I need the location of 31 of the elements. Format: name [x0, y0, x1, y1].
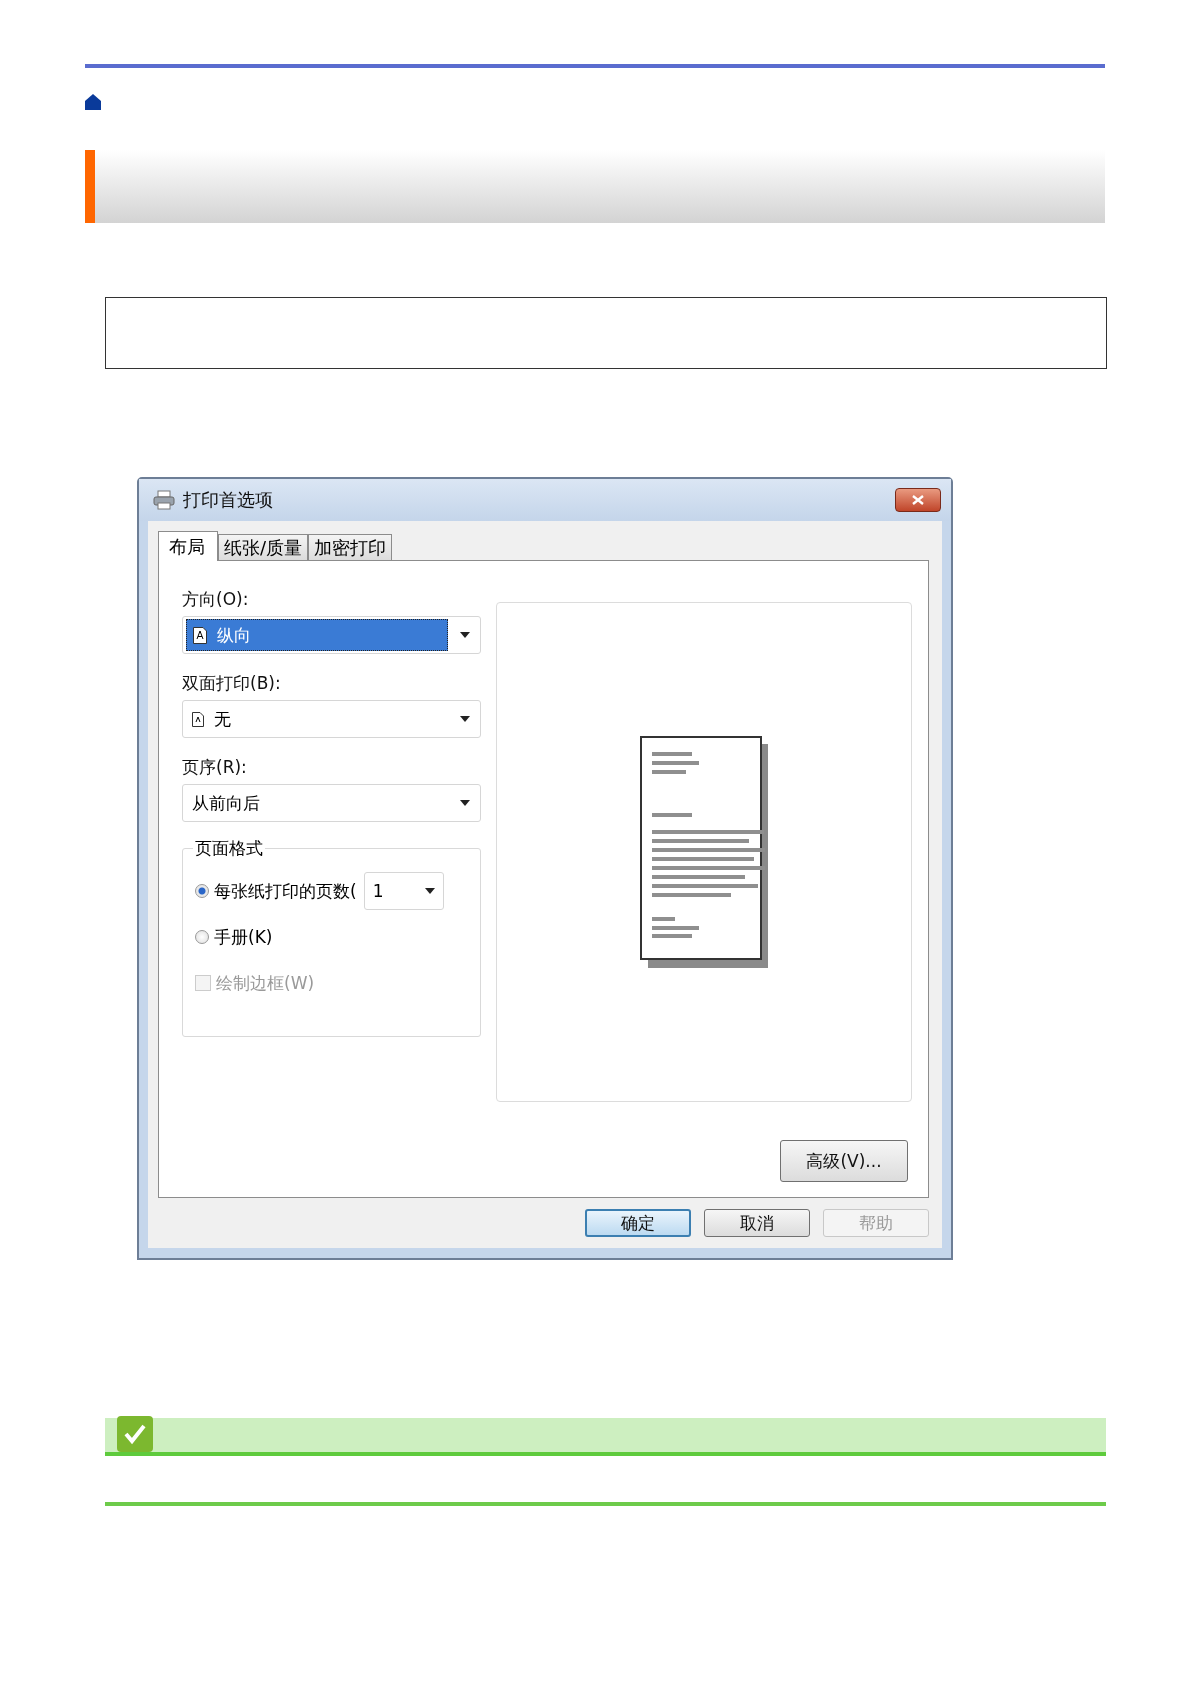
tab[interactable]: 加密打印 — [308, 534, 393, 560]
checkmark-icon — [117, 1416, 153, 1452]
radio-button[interactable] — [195, 930, 209, 944]
tab[interactable]: 纸张/质量 — [218, 534, 309, 560]
dialog-button[interactable]: 确定 — [585, 1209, 691, 1237]
caret-icon — [460, 632, 470, 638]
tab[interactable]: 布局 — [158, 531, 218, 561]
dialog-button[interactable]: 取消 — [704, 1209, 810, 1237]
caret-icon — [460, 800, 470, 806]
advanced-button[interactable]: 高级(V)... — [780, 1140, 908, 1182]
field-label: 页序(R): — [182, 756, 248, 779]
dropdown[interactable]: 无 — [182, 700, 481, 738]
close-button[interactable] — [895, 488, 941, 512]
dropdown[interactable]: 从前向后 — [182, 784, 481, 822]
field-label: 双面打印(B): — [182, 672, 282, 695]
field-label: 方向(O): — [182, 588, 250, 611]
window-title: 打印首选项 — [183, 488, 274, 512]
caret-icon — [460, 716, 470, 722]
dropdown[interactable]: 1 — [363, 872, 444, 910]
dropdown[interactable]: 纵向 — [182, 616, 481, 654]
caret-icon — [424, 888, 435, 894]
close-icon — [912, 495, 924, 505]
option-label: 每张纸打印的页数( — [214, 879, 357, 903]
page-icon — [192, 711, 204, 727]
portrait-page-icon — [193, 626, 207, 644]
option-label: 绘制边框(W) — [216, 971, 315, 995]
option-label: 手册(K) — [214, 925, 273, 949]
printer-icon — [153, 490, 175, 510]
group-title: 页面格式 — [193, 837, 265, 860]
radio-button[interactable] — [195, 884, 209, 898]
home-icon[interactable] — [85, 94, 101, 110]
